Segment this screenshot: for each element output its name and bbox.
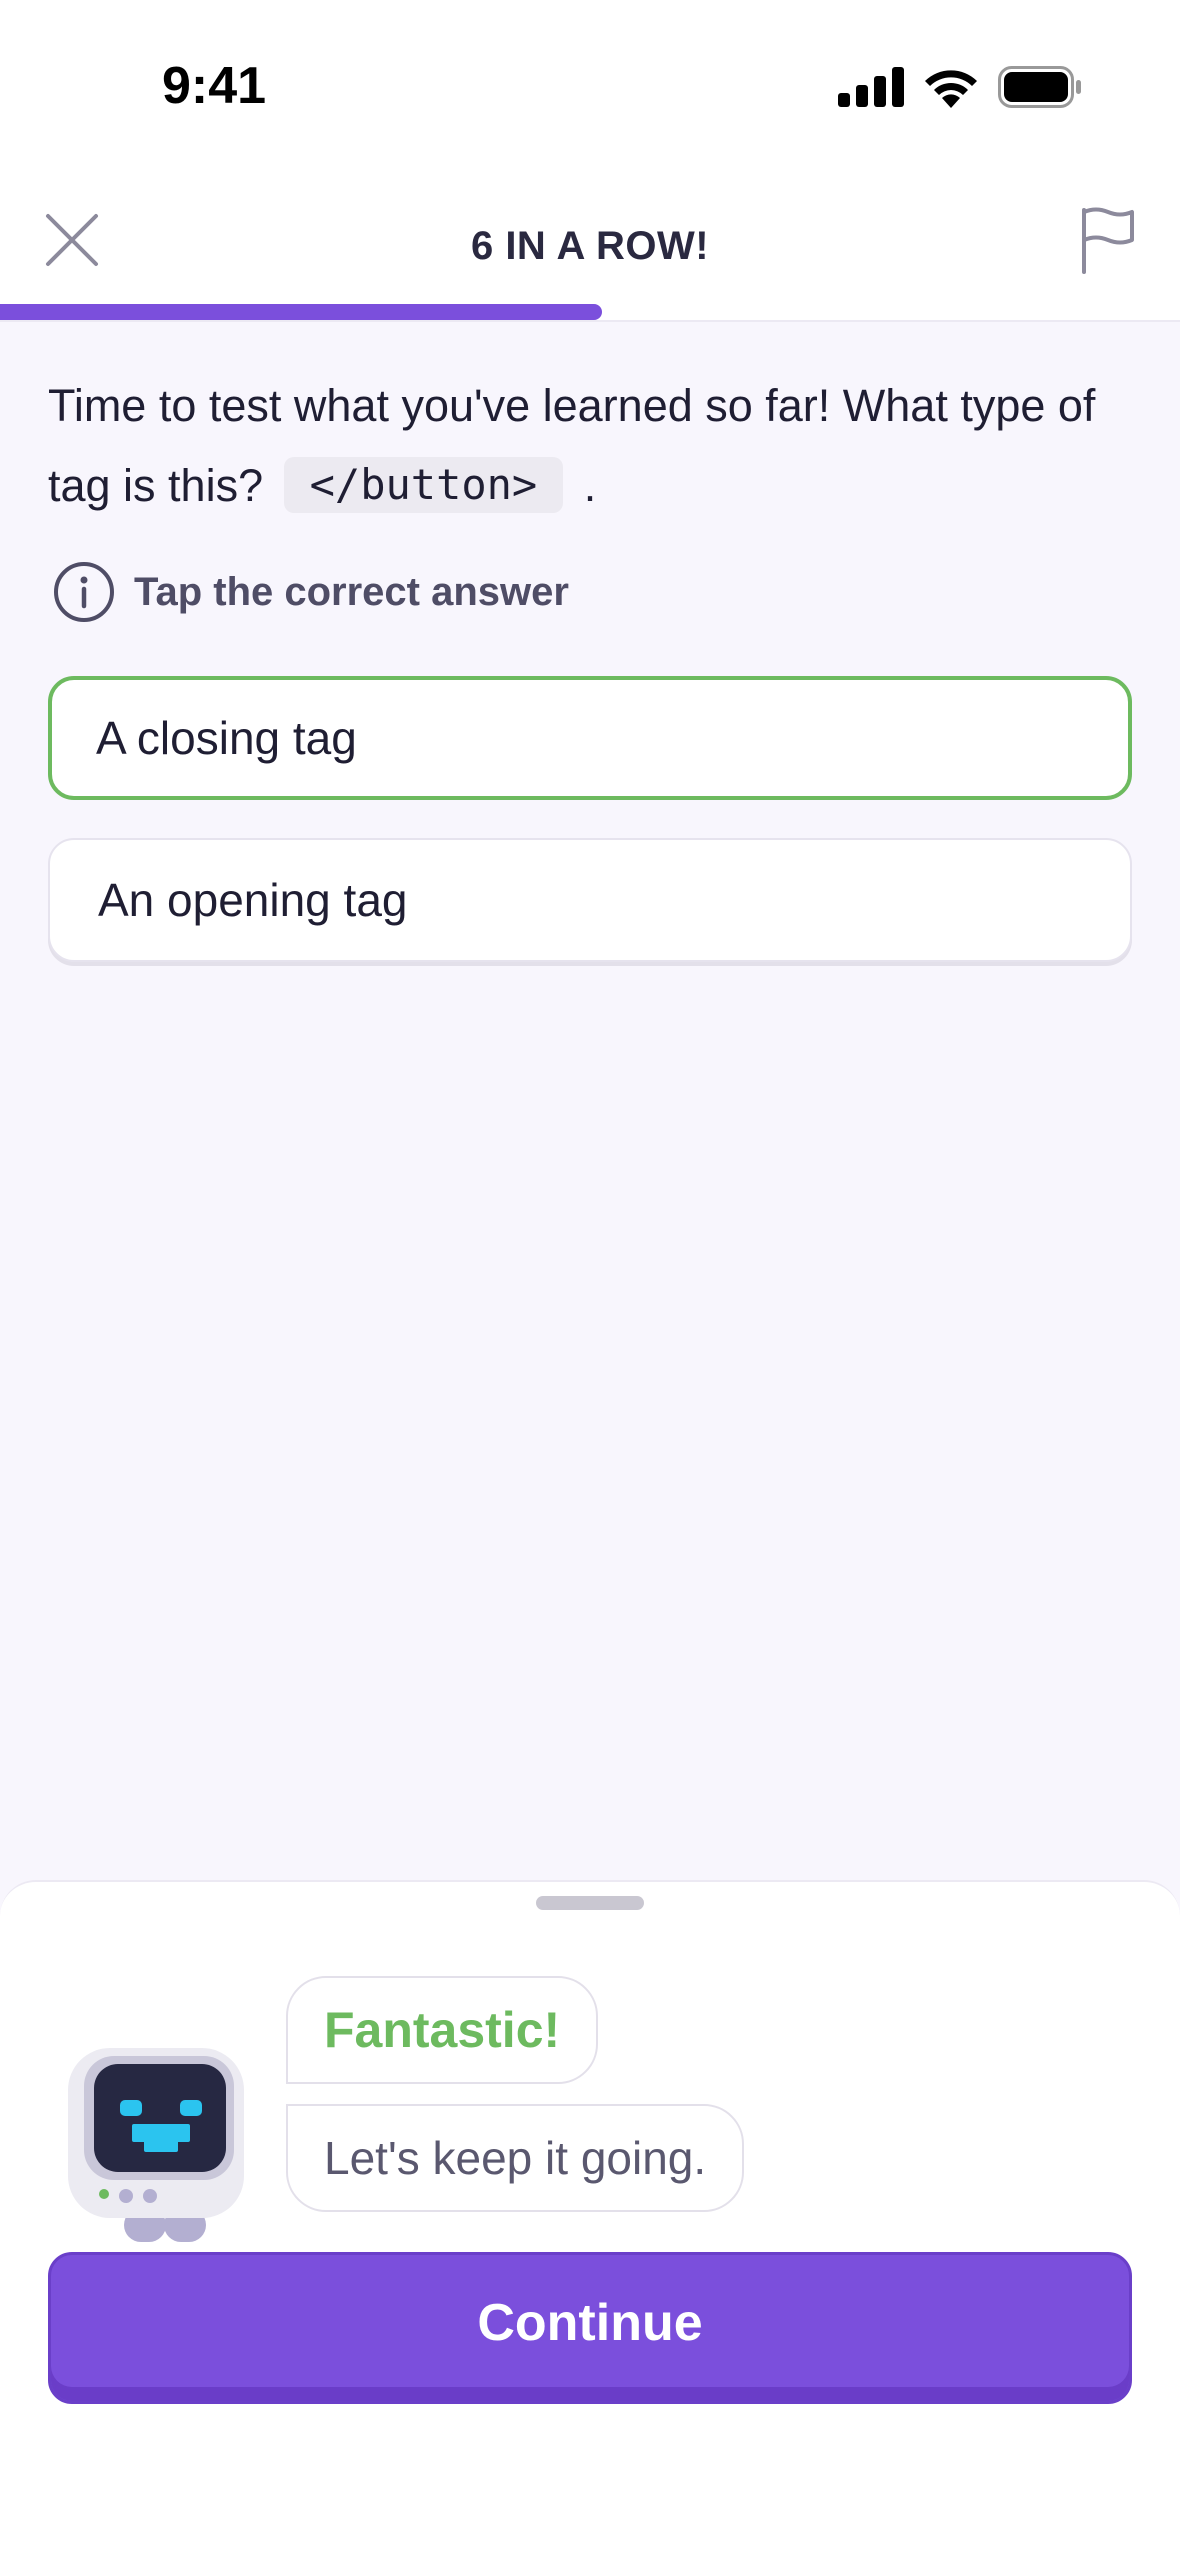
lesson-progress-bar — [0, 304, 1180, 322]
feedback-message-bubble: Let's keep it going. — [286, 2104, 745, 2212]
status-icons — [838, 66, 1082, 108]
answer-label: An opening tag — [98, 874, 408, 926]
status-bar: 9:41 — [0, 0, 1180, 170]
sheet-handle[interactable] — [536, 1896, 644, 1910]
question-text: Time to test what you've learned so far!… — [48, 366, 1138, 526]
battery-icon — [998, 66, 1081, 108]
question-prompt: Time to test what you've learned so far!… — [48, 380, 1096, 511]
answer-option-closing-tag[interactable]: A closing tag — [48, 676, 1132, 800]
answer-label: A closing tag — [96, 712, 357, 764]
hint: Tap the correct answer — [52, 560, 569, 624]
feedback-headline: Fantastic! — [324, 2002, 561, 2058]
code-snippet: </button> — [283, 457, 564, 513]
feedback-message: Let's keep it going. — [324, 2132, 707, 2184]
continue-button[interactable]: Continue — [48, 2252, 1132, 2404]
streak-title: 6 IN A ROW! — [470, 224, 710, 268]
feedback-headline-bubble: Fantastic! — [286, 1976, 599, 2084]
lesson-header: 6 IN A ROW! — [0, 170, 1180, 322]
hint-text: Tap the correct answer — [134, 569, 569, 614]
flag-icon[interactable] — [1078, 206, 1138, 276]
wifi-icon — [925, 70, 977, 108]
question-end: . — [583, 460, 597, 511]
cellular-signal-icon — [838, 67, 904, 107]
progress-fill — [0, 304, 602, 320]
status-time: 9:41 — [162, 57, 267, 115]
feedback-sheet: Fantastic! Let's keep it going. Continue — [0, 1880, 1180, 2556]
answer-option-opening-tag[interactable]: An opening tag — [48, 838, 1132, 962]
info-icon — [54, 562, 114, 622]
robot-mascot-icon — [68, 2048, 244, 2242]
